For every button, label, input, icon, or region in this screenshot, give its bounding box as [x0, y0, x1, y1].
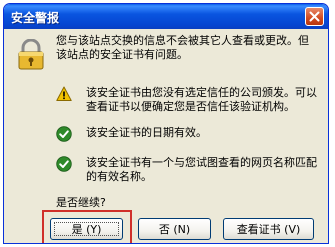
no-button[interactable]: 否 (N): [138, 218, 211, 240]
cert-name-text: 该安全证书有一个与您试图查看的网页名称匹配的有效名称。: [86, 156, 317, 183]
close-button[interactable]: [305, 7, 324, 26]
view-certificate-button-label: 查看证书 (V): [236, 223, 301, 236]
focus-outline: [54, 222, 119, 236]
view-certificate-button[interactable]: 查看证书 (V): [223, 218, 314, 240]
check-icon: [56, 156, 72, 172]
yes-button[interactable]: 是 (Y): [50, 218, 123, 240]
check-icon: [56, 126, 72, 142]
continue-question: 是否继续?: [56, 196, 106, 209]
dialog-body: 您与该站点交换的信息不会被其它人查看或更改。但该站点的安全证书有问题。 该安全证…: [4, 29, 328, 243]
no-button-label: 否 (N): [158, 223, 191, 236]
lock-icon: [18, 39, 44, 70]
intro-text: 您与该站点交换的信息不会被其它人查看或更改。但该站点的安全证书有问题。: [56, 34, 309, 61]
close-icon: [309, 11, 320, 22]
cert-date-text: 该安全证书的日期有效。: [86, 126, 207, 139]
warning-icon: [56, 86, 72, 101]
title-bar[interactable]: 安全警报: [4, 4, 328, 29]
window-title: 安全警报: [11, 11, 60, 25]
security-alert-dialog: 安全警报 您与该站点交换的信息不会被其它人查看或更改。但该站点的安全证书有问题。…: [3, 3, 329, 244]
cert-issuer-text: 该安全证书由您没有选定信任的公司颁发。可以查看证书以便确定您是否信任该验证机构。: [86, 86, 317, 113]
